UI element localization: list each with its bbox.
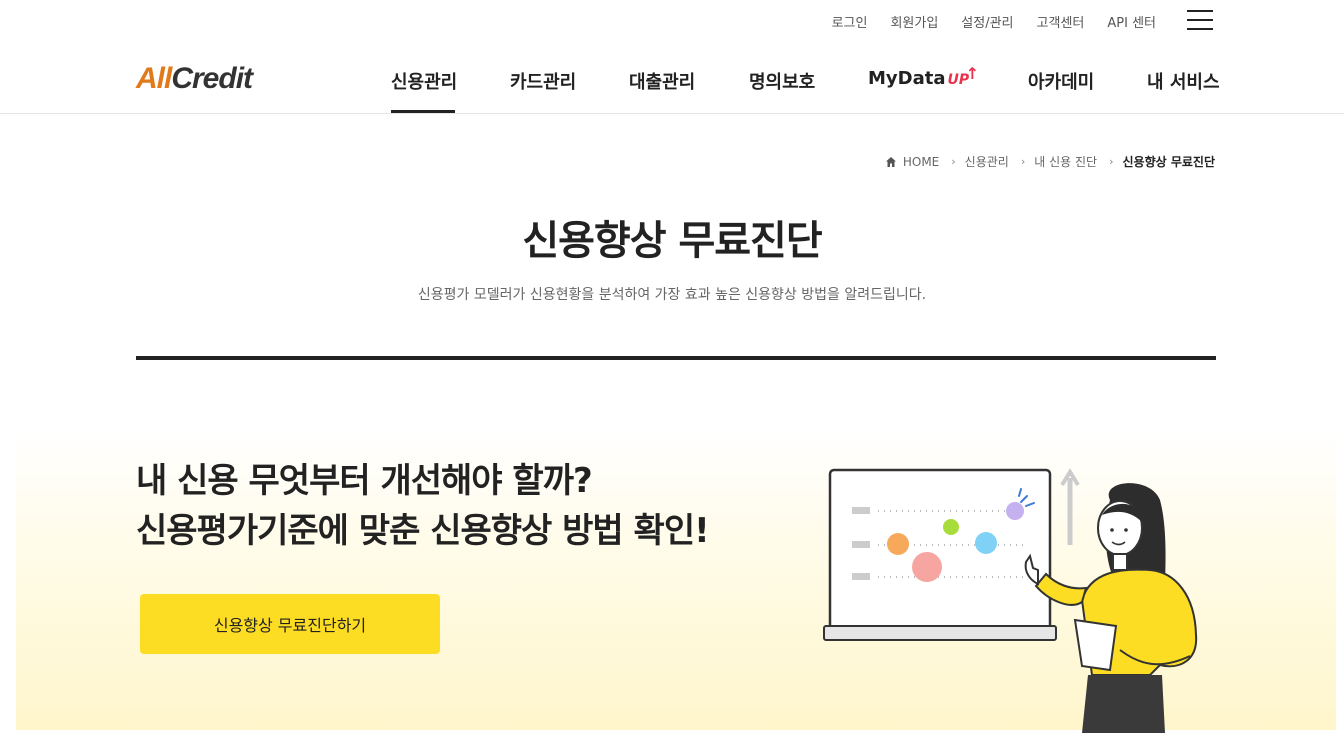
customer-center-link[interactable]: 고객센터	[1037, 12, 1085, 31]
header: AllCredit 신용관리 카드관리 대출관리 명의보호 MyData UP ↑ …	[0, 42, 1344, 114]
main-nav: 신용관리 카드관리 대출관리 명의보호 MyData UP ↑ 아카데미 내 서비스	[0, 42, 1344, 114]
utility-bar: 로그인 회원가입 설정/관리 고객센터 API 센터	[0, 0, 1344, 42]
start-diagnosis-button[interactable]: 신용향상 무료진단하기	[140, 594, 440, 654]
title-divider	[136, 356, 1216, 360]
breadcrumb-diagnosis[interactable]: 내 신용 진단	[1034, 153, 1097, 170]
utility-links: 로그인 회원가입 설정/관리 고객센터 API 센터	[809, 12, 1156, 31]
nav-item-my-service[interactable]: 내 서비스	[1147, 68, 1220, 94]
breadcrumb-credit[interactable]: 신용관리	[965, 153, 1009, 170]
chevron-right-icon: ›	[951, 155, 956, 168]
breadcrumb-current: 신용향상 무료진단	[1122, 155, 1216, 169]
banner-line-1: 내 신용 무엇부터 개선해야 할까?	[136, 461, 593, 501]
chevron-right-icon: ›	[1109, 155, 1114, 168]
woman-presenting-chart-illustration	[823, 468, 1198, 733]
chevron-right-icon: ›	[1020, 155, 1026, 168]
nav-item-card[interactable]: 카드관리	[510, 68, 576, 94]
active-nav-indicator	[391, 110, 455, 113]
api-center-link[interactable]: API 센터	[1107, 12, 1156, 31]
signup-link[interactable]: 회원가입	[890, 12, 938, 31]
nav-item-identity[interactable]: 명의보호	[749, 68, 815, 94]
breadcrumb-home[interactable]: HOME	[903, 155, 939, 169]
home-icon	[885, 156, 896, 167]
login-link[interactable]: 로그인	[832, 12, 868, 31]
banner-line-2: 신용평가기준에 맞춘 신용향상 방법 확인!	[136, 511, 710, 551]
nav-item-credit[interactable]: 신용관리	[391, 68, 457, 94]
banner-headline: 내 신용 무엇부터 개선해야 할까? 신용평가기준에 맞춘 신용향상 방법 확인…	[136, 456, 710, 556]
page-title: 신용향상 무료진단	[522, 218, 822, 264]
menu-icon[interactable]	[1187, 10, 1213, 32]
breadcrumb: HOME › 신용관리 › 내 신용 진단 › 신용향상 무료진단	[885, 153, 1215, 170]
mydata-up-badge: UP ↑	[947, 64, 980, 88]
settings-link[interactable]: 설정/관리	[961, 12, 1013, 31]
up-arrow-icon: ↑	[965, 64, 980, 83]
page-subtitle: 신용평가 모델러가 신용현황을 분석하여 가장 효과 높은 신용향상 방법을 알…	[417, 287, 927, 303]
nav-item-academy[interactable]: 아카데미	[1028, 68, 1094, 94]
nav-item-mydata[interactable]: MyData UP ↑	[868, 64, 980, 89]
nav-item-loan[interactable]: 대출관리	[629, 68, 695, 94]
